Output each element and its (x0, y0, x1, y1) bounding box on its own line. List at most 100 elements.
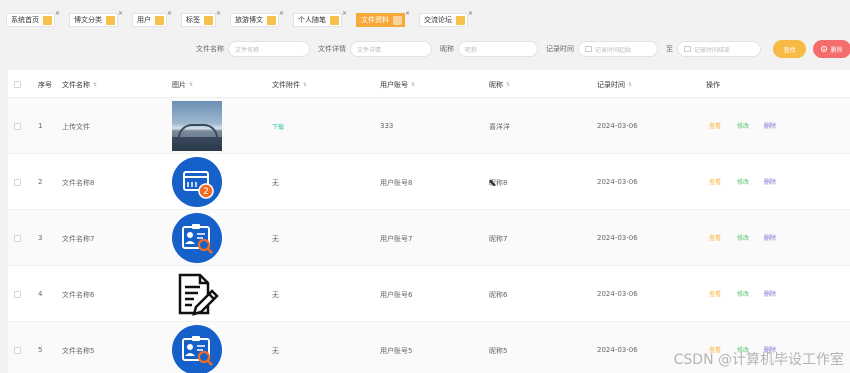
row-checkbox[interactable] (14, 235, 21, 242)
cell-record-time: 2024-03-06 (597, 234, 638, 242)
tab-marker (330, 15, 339, 25)
app-root: 系统首页 × 博文分类 × 用户 × 标签 × 旅游博文 × 个人随笔 × 文件资料 × 交流… (0, 0, 850, 373)
row-checkbox[interactable] (14, 291, 21, 298)
close-icon[interactable]: × (279, 10, 284, 17)
cell-file-name: 文件名称6 (62, 291, 95, 299)
tab-users[interactable]: 用户 × (132, 10, 172, 27)
tab-marker (456, 15, 465, 25)
tab-marker (106, 15, 115, 25)
header-image[interactable]: 图片 ⇅ (172, 80, 193, 90)
cell-record-time: 2024-03-06 (597, 122, 638, 130)
tab-marker (393, 15, 402, 25)
tab-label: 系统首页 (11, 16, 39, 24)
cell-file-name: 文件名称8 (62, 179, 95, 187)
table-row: 4 文件名称6 无 用户账号6 昵称6 2024-03-06 查看 修改 删除 (8, 266, 850, 322)
row-delete-button[interactable]: 删除 (764, 121, 776, 130)
nickname-label: 昵称 (440, 45, 454, 53)
table-row: 1 上传文件 下载 333 喜洋洋 2024-03-06 查看 修改 删除 (8, 98, 850, 154)
tab-forum[interactable]: 交流论坛 × (419, 10, 473, 27)
cell-index: 2 (38, 178, 43, 186)
mouse-cursor-icon: ⬉ (488, 178, 497, 189)
header-actions: 操作 (706, 81, 720, 89)
cell-attachment: 无 (272, 347, 279, 355)
tab-travel-blog[interactable]: 旅游博文 × (230, 10, 284, 27)
header-label: 昵称 (489, 81, 503, 89)
header-label: 用户账号 (380, 81, 408, 89)
close-icon[interactable]: × (118, 10, 123, 17)
minus-circle-icon (821, 46, 828, 52)
row-delete-button[interactable]: 删除 (764, 233, 776, 242)
header-attachment[interactable]: 文件附件 ⇅ (272, 80, 307, 90)
cell-attachment: 无 (272, 179, 279, 187)
sort-icon: ⇅ (628, 82, 633, 88)
cell-index: 4 (38, 290, 43, 298)
header-file-name[interactable]: 文件名称 ⇅ (62, 80, 97, 90)
view-button[interactable]: 查看 (709, 121, 721, 130)
edit-button[interactable]: 修改 (737, 121, 749, 130)
tab-tags[interactable]: 标签 × (181, 10, 221, 27)
header-nickname[interactable]: 昵称 ⇅ (489, 80, 510, 90)
edit-button[interactable]: 修改 (737, 177, 749, 186)
tab-marker (43, 15, 52, 25)
tab-label: 文件资料 (361, 16, 389, 24)
tab-home[interactable]: 系统首页 × (6, 10, 60, 27)
header-account[interactable]: 用户账号 ⇅ (380, 80, 415, 90)
delete-button-label: 删除 (830, 46, 843, 54)
row-checkbox[interactable] (14, 179, 21, 186)
cell-record-time: 2024-03-06 (597, 346, 638, 354)
row-checkbox[interactable] (14, 123, 21, 130)
cell-file-name: 文件名称5 (62, 347, 95, 355)
header-record-time[interactable]: 记录时间 ⇅ (597, 80, 632, 90)
view-button[interactable]: 查看 (709, 289, 721, 298)
tab-label: 标签 (186, 16, 200, 24)
tab-label: 交流论坛 (424, 16, 452, 24)
tab-label: 博文分类 (74, 16, 102, 24)
id-search-icon (172, 213, 222, 263)
file-name-label: 文件名称 (196, 45, 224, 53)
tab-label: 用户 (137, 16, 151, 24)
close-icon[interactable]: × (167, 10, 172, 17)
cell-index: 5 (38, 346, 43, 354)
cell-nickname: 昵称7 (489, 235, 508, 243)
document-edit-icon (172, 269, 222, 319)
tab-marker (267, 15, 276, 25)
sort-icon: ⇅ (303, 82, 308, 88)
close-icon[interactable]: × (55, 10, 60, 17)
edit-button[interactable]: 修改 (737, 289, 749, 298)
record-time-label: 记录时间 (546, 45, 574, 53)
download-link[interactable]: 下载 (272, 122, 284, 131)
table-row: 3 文件名称7 无 用户账号7 昵称7 2024-03-06 查看 修改 删除 (8, 210, 850, 266)
tab-essays[interactable]: 个人随笔 × (293, 10, 347, 27)
row-delete-button[interactable]: 删除 (764, 177, 776, 186)
close-icon[interactable]: × (468, 10, 473, 17)
tab-blog-category[interactable]: 博文分类 × (69, 10, 123, 27)
row-checkbox[interactable] (14, 347, 21, 354)
file-detail-label: 文件详情 (318, 45, 346, 53)
tab-files[interactable]: 文件资料 × (356, 10, 410, 27)
tab-marker (204, 15, 213, 25)
select-all-checkbox[interactable] (14, 81, 21, 88)
row-delete-button[interactable]: 删除 (764, 289, 776, 298)
search-button[interactable]: 查找 (773, 40, 806, 58)
file-name-input[interactable]: 文件名称 (228, 41, 310, 57)
tab-label: 个人随笔 (298, 16, 326, 24)
id-search-icon (172, 325, 222, 373)
tab-bar: 系统首页 × 博文分类 × 用户 × 标签 × 旅游博文 × 个人随笔 × 文件资料 × 交流… (0, 8, 473, 32)
delete-button[interactable]: 删除 (813, 40, 850, 58)
cell-account: 用户账号7 (380, 235, 413, 243)
view-button[interactable]: 查看 (709, 233, 721, 242)
table-header: 序号 文件名称 ⇅ 图片 ⇅ 文件附件 ⇅ 用户账号 ⇅ 昵称 ⇅ 记录时间 ⇅ 操作 (8, 70, 850, 98)
close-icon[interactable]: × (216, 10, 221, 17)
cell-nickname: 喜洋洋 (489, 123, 510, 131)
view-button[interactable]: 查看 (709, 177, 721, 186)
cell-file-name: 上传文件 (62, 123, 90, 131)
nickname-input[interactable]: 昵称 (458, 41, 538, 57)
end-date-input[interactable]: 记录时间结束 (677, 41, 761, 57)
search-bar: 文件名称 文件名称 文件详情 文件详情 昵称 昵称 记录时间 记录时间起始 至 … (196, 40, 850, 58)
tab-label: 旅游博文 (235, 16, 263, 24)
start-date-input[interactable]: 记录时间起始 (578, 41, 658, 57)
close-icon[interactable]: × (405, 10, 410, 17)
close-icon[interactable]: × (342, 10, 347, 17)
file-detail-input[interactable]: 文件详情 (350, 41, 432, 57)
edit-button[interactable]: 修改 (737, 233, 749, 242)
